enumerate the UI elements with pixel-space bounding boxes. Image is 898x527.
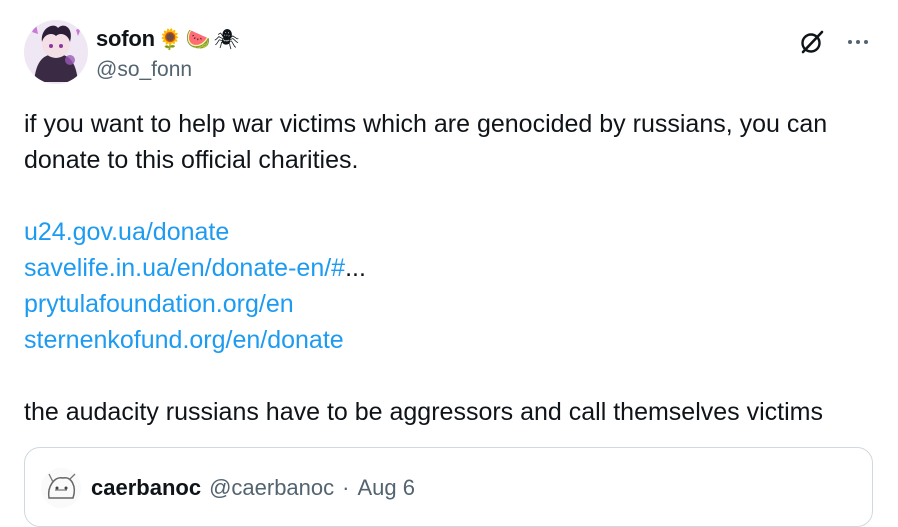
spider-emoji: 🕷 <box>213 27 240 51</box>
author-handle[interactable]: @so_fonn <box>96 58 192 82</box>
quoted-separator: · <box>342 475 350 500</box>
donate-link-savelife[interactable]: savelife.in.ua/en/donate-en/#... <box>24 250 874 286</box>
tweet-header: sofon 🌻 🍉 🕷 @so_fonn <box>24 20 874 84</box>
tweet-paragraph: if you want to help war victims which ar… <box>24 110 828 174</box>
author-avatar[interactable] <box>24 20 88 84</box>
author-display-name[interactable]: sofon <box>96 26 155 52</box>
quoted-tweet-header: caerbanoc @caerbanoc · Aug 6 <box>41 468 415 508</box>
donate-link-u24[interactable]: u24.gov.ua/donate <box>24 214 874 250</box>
quoted-tweet[interactable]: caerbanoc @caerbanoc · Aug 6 <box>24 447 873 527</box>
sunflower-emoji: 🌻 <box>157 27 183 51</box>
quoted-author-avatar[interactable] <box>41 468 81 508</box>
tweet-top-actions <box>798 28 872 56</box>
author-name-row[interactable]: sofon 🌻 🍉 🕷 <box>96 26 239 52</box>
donate-link-prytula[interactable]: prytulafoundation.org/en <box>24 286 874 322</box>
quoted-author-handle[interactable]: @caerbanoc <box>209 475 334 501</box>
quoted-date[interactable]: Aug 6 <box>357 475 415 501</box>
tweet-paragraph: the audacity russians have to be aggress… <box>24 398 823 426</box>
more-horizontal-icon[interactable] <box>844 28 872 56</box>
grok-icon[interactable] <box>798 28 826 56</box>
donate-link-sternenko[interactable]: sternenkofund.org/en/donate <box>24 322 874 358</box>
watermelon-emoji: 🍉 <box>185 27 211 51</box>
tweet-text: if you want to help war victims which ar… <box>24 106 874 430</box>
quoted-author-display-name[interactable]: caerbanoc <box>91 475 201 501</box>
